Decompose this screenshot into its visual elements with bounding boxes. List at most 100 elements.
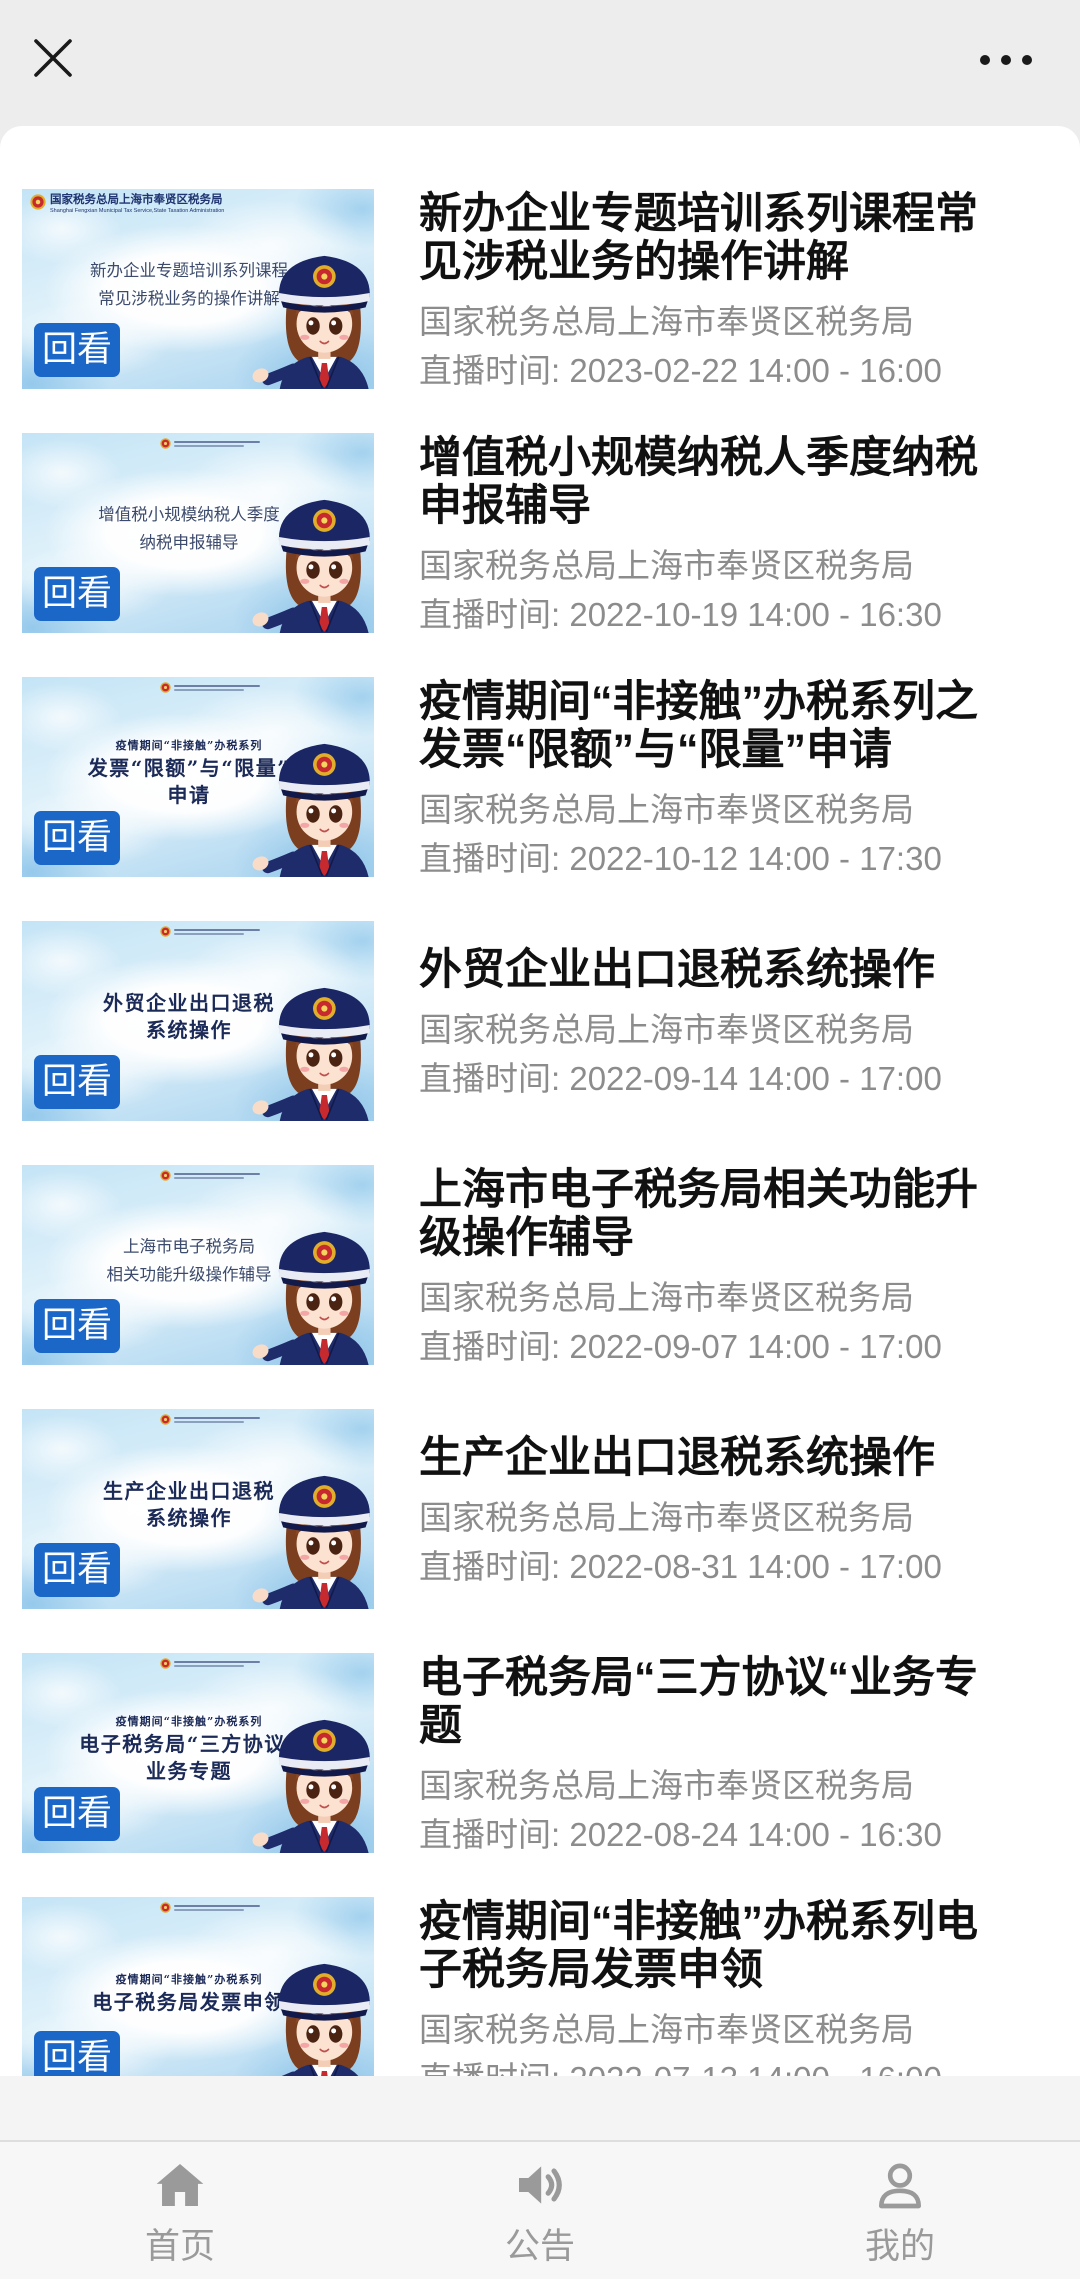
item-info: 生产企业出口退税系统操作 国家税务总局上海市奉贤区税务局 直播时间: 2022-… <box>419 1428 995 1591</box>
replay-badge: 回看 <box>34 811 120 865</box>
decorative-line <box>174 688 244 691</box>
more-icon <box>980 55 1032 65</box>
tax-officer-illustration <box>250 1201 374 1365</box>
video-thumbnail: 上海市电子税务局 相关功能升级操作辅导 回看 <box>22 1165 374 1365</box>
live-time-text: 直播时间: 2022-10-19 14:00 - 16:30 <box>419 595 942 633</box>
tax-emblem-icon <box>160 438 171 449</box>
decorative-line <box>174 1416 260 1419</box>
thumbnail-kicker: 疫情期间“非接触”办税系列 <box>115 1972 263 1986</box>
home-icon <box>152 2157 208 2213</box>
list-item[interactable]: 生产企业出口退税 系统操作 回看 生产企业出口退税系统操作 国家税务总局上海市奉贤… <box>22 1409 1080 1609</box>
live-time-text: 直播时间: 2022-08-31 14:00 - 17:00 <box>419 1547 942 1585</box>
item-title: 新办企业专题培训系列课程常见涉税业务的操作讲解 <box>419 189 978 286</box>
nav-label-mine: 我的 <box>864 2227 935 2266</box>
thumbnail-kicker: 疫情期间“非接触”办税系列 <box>115 1715 263 1728</box>
replay-badge: 回看 <box>34 567 120 621</box>
speaker-icon <box>512 2157 568 2213</box>
nav-item-announcements[interactable]: 公告 <box>360 2142 720 2279</box>
decorative-line <box>174 1660 260 1663</box>
thumbnail-header-lines <box>174 684 260 692</box>
organizer-text: 国家税务总局上海市奉贤区税务局 <box>419 1766 914 1804</box>
list-item[interactable]: 疫情期间“非接触”办税系列 发票“限额”与“限量” 申请 回看 疫情期间“非接触”办… <box>22 677 1080 877</box>
organizer-text: 国家税务总局上海市奉贤区税务局 <box>419 546 914 584</box>
thumbnail-header-english: Shanghai Fengxian Municipal Tax Service,… <box>50 208 225 214</box>
thumbnail-caption-line: 业务专题 <box>146 1759 232 1783</box>
tax-officer-illustration <box>250 469 374 633</box>
list-item[interactable]: 疫情期间“非接触”办税系列 电子税务局发票申领 回看 疫情期间“非接触”办税系列电… <box>22 1897 1080 2076</box>
decorative-line <box>174 444 244 447</box>
replay-badge: 回看 <box>34 2031 120 2076</box>
decorative-line <box>174 1420 244 1423</box>
item-title: 电子税务局“三方协议“业务专题 <box>419 1653 978 1750</box>
list-item[interactable]: 国家税务总局上海市奉贤区税务局 Shanghai Fengxian Munici… <box>22 189 1080 389</box>
decorative-line <box>174 684 260 687</box>
video-thumbnail: 外贸企业出口退税 系统操作 回看 <box>22 921 374 1121</box>
thumbnail-header-title: 国家税务总局上海市奉贤区税务局 <box>50 194 223 206</box>
live-time-text: 直播时间: 2023-02-22 14:00 - 16:00 <box>419 351 942 389</box>
thumbnail-header <box>160 1414 260 1425</box>
thumbnail-header <box>160 438 260 449</box>
nav-item-home[interactable]: 首页 <box>0 2142 360 2279</box>
live-replay-list: 国家税务总局上海市奉贤区税务局 Shanghai Fengxian Munici… <box>0 126 1080 2076</box>
item-info: 疫情期间“非接触”办税系列之发票“限额”与“限量”申请 国家税务总局上海市奉贤区… <box>419 672 995 883</box>
tax-emblem-icon <box>160 1414 171 1425</box>
item-info: 新办企业专题培训系列课程常见涉税业务的操作讲解 国家税务总局上海市奉贤区税务局 … <box>419 184 995 395</box>
close-button[interactable] <box>31 36 75 80</box>
organizer-text: 国家税务总局上海市奉贤区税务局 <box>419 1498 914 1536</box>
decorative-line <box>174 1904 260 1907</box>
video-thumbnail: 生产企业出口退税 系统操作 回看 <box>22 1409 374 1609</box>
tax-officer-illustration <box>250 957 374 1121</box>
replay-badge: 回看 <box>34 323 120 377</box>
close-icon <box>34 39 72 77</box>
thumbnail-caption-line: 系统操作 <box>146 1018 232 1042</box>
nav-item-mine[interactable]: 我的 <box>720 2142 1080 2279</box>
more-options-button[interactable] <box>978 40 1034 80</box>
tax-officer-illustration <box>250 713 374 877</box>
decorative-line <box>174 1664 244 1667</box>
top-bar <box>0 0 1080 126</box>
video-thumbnail: 国家税务总局上海市奉贤区税务局 Shanghai Fengxian Munici… <box>22 189 374 389</box>
list-item[interactable]: 外贸企业出口退税 系统操作 回看 外贸企业出口退税系统操作 国家税务总局上海市奉贤… <box>22 921 1080 1121</box>
organizer-text: 国家税务总局上海市奉贤区税务局 <box>419 302 914 340</box>
item-title: 疫情期间“非接触”办税系列电子税务局发票申领 <box>419 1897 978 1994</box>
list-item[interactable]: 上海市电子税务局 相关功能升级操作辅导 回看 上海市电子税务局相关功能升级操作辅导… <box>22 1165 1080 1365</box>
thumbnail-header-lines <box>174 1416 260 1424</box>
live-time-text: 直播时间: 2022-08-24 14:00 - 16:30 <box>419 1815 942 1853</box>
tax-officer-illustration <box>250 1445 374 1609</box>
live-time-text: 直播时间: 2022-10-12 14:00 - 17:30 <box>419 839 942 877</box>
item-title: 增值税小规模纳税人季度纳税申报辅导 <box>419 433 978 530</box>
thumbnail-header-lines <box>174 1660 260 1668</box>
organizer-text: 国家税务总局上海市奉贤区税务局 <box>419 790 914 828</box>
tax-emblem-icon <box>160 682 171 693</box>
organizer-text: 国家税务总局上海市奉贤区税务局 <box>419 1010 914 1048</box>
replay-badge: 回看 <box>34 1055 120 1109</box>
thumbnail-header: 国家税务总局上海市奉贤区税务局 Shanghai Fengxian Munici… <box>30 194 224 215</box>
item-info: 疫情期间“非接触”办税系列电子税务局发票申领 国家税务总局上海市奉贤区税务局 直… <box>419 1892 995 2077</box>
list-item[interactable]: 增值税小规模纳税人季度 纳税申报辅导 回看 增值税小规模纳税人季度纳税申报辅导 国… <box>22 433 1080 633</box>
thumbnail-header-text: 国家税务总局上海市奉贤区税务局 Shanghai Fengxian Munici… <box>50 194 224 215</box>
live-replay-list-card: 国家税务总局上海市奉贤区税务局 Shanghai Fengxian Munici… <box>0 126 1080 2076</box>
person-icon <box>872 2157 928 2213</box>
item-info: 外贸企业出口退税系统操作 国家税务总局上海市奉贤区税务局 直播时间: 2022-… <box>419 940 995 1103</box>
thumbnail-caption-line: 申请 <box>167 783 211 807</box>
nav-label-announcements: 公告 <box>504 2227 575 2266</box>
tax-emblem-icon <box>160 1902 171 1913</box>
organizer-text: 国家税务总局上海市奉贤区税务局 <box>419 1278 914 1316</box>
item-title: 外贸企业出口退税系统操作 <box>419 945 935 994</box>
thumbnail-caption-line: 相关功能升级操作辅导 <box>106 1265 272 1284</box>
tax-officer-illustration <box>250 1689 374 1853</box>
thumbnail-header-lines <box>174 1904 260 1912</box>
thumbnail-header <box>160 1170 260 1181</box>
video-thumbnail: 增值税小规模纳税人季度 纳税申报辅导 回看 <box>22 433 374 633</box>
decorative-line <box>174 928 260 931</box>
list-item[interactable]: 疫情期间“非接触”办税系列 电子税务局“三方协议” 业务专题 回看 电子税务局“三方… <box>22 1653 1080 1853</box>
live-time-text: 直播时间: 2022-09-07 14:00 - 17:00 <box>419 1327 942 1365</box>
item-info: 上海市电子税务局相关功能升级操作辅导 国家税务总局上海市奉贤区税务局 直播时间:… <box>419 1160 995 1371</box>
decorative-line <box>174 1176 244 1179</box>
thumbnail-header-lines <box>174 928 260 936</box>
thumbnail-caption-line: 上海市电子税务局 <box>123 1237 255 1256</box>
item-title: 生产企业出口退税系统操作 <box>419 1433 935 1482</box>
tax-emblem-icon <box>160 1658 171 1669</box>
organizer-text: 国家税务总局上海市奉贤区税务局 <box>419 2010 914 2048</box>
replay-badge: 回看 <box>34 1299 120 1353</box>
